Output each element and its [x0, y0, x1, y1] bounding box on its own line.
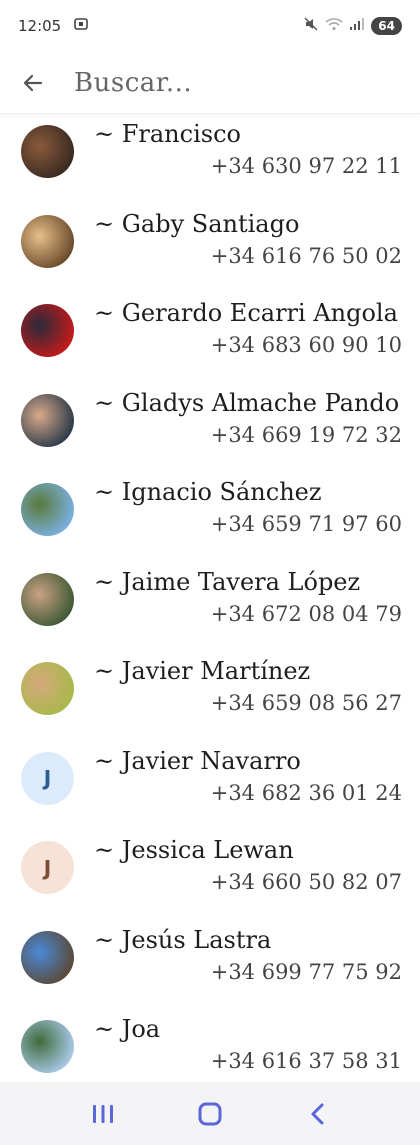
contact-phone: +34 699 77 75 92	[210, 959, 402, 984]
contact-phone: +34 669 19 72 32	[210, 422, 402, 447]
contact-name: ~ Javier Martínez	[94, 657, 311, 685]
arrow-left-icon	[23, 74, 43, 91]
contact-name: ~ Joa	[94, 1015, 161, 1043]
recents-icon	[93, 1104, 114, 1123]
contact-row[interactable]: ~ Francisco +34 630 97 22 11	[0, 114, 420, 204]
home-button[interactable]	[190, 1094, 230, 1134]
contact-phone: +34 683 60 90 10	[210, 333, 402, 357]
contact-row[interactable]: ~ Jaime Tavera López +34 672 08 04 79	[0, 562, 420, 652]
contact-phone: +34 659 08 56 27	[210, 691, 402, 715]
contact-name: ~ Jessica Lewan	[94, 836, 294, 864]
contact-avatar-photo	[21, 1020, 74, 1073]
battery-indicator: 64	[371, 17, 402, 35]
contact-phone: +34 672 08 04 79	[210, 601, 402, 626]
contact-avatar-photo	[21, 930, 74, 984]
contact-name: ~ Jaime Tavera López	[94, 567, 361, 596]
contact-row[interactable]: ~ Jesús Lastra +34 699 77 75 92	[0, 920, 420, 1010]
contact-phone: +34 660 50 82 07	[210, 870, 402, 894]
contact-row[interactable]: ~ Ignacio Sánchez +34 659 71 97 60	[0, 472, 420, 562]
contact-phone: +34 659 71 97 60	[210, 512, 402, 536]
avatar-letter: J	[43, 766, 52, 790]
contact-row[interactable]: ~ Javier Martínez +34 659 08 56 27	[0, 651, 420, 741]
contact-row[interactable]: J ~ Javier Navarro +34 682 36 01 24	[0, 741, 420, 831]
contact-avatar-photo	[21, 304, 74, 357]
contact-phone: +34 630 97 22 11	[210, 154, 402, 178]
contact-avatar-photo	[21, 125, 74, 178]
contact-name: ~ Francisco	[94, 120, 241, 148]
status-left: 12:05	[18, 16, 89, 36]
status-right: 64	[303, 16, 402, 36]
contact-row[interactable]: ~ Joa +34 616 37 58 31	[0, 1009, 420, 1082]
status-time: 12:05	[18, 17, 62, 35]
contact-name: ~ Gaby Santiago	[94, 209, 300, 238]
back-icon	[311, 1103, 324, 1124]
wifi-icon	[325, 17, 343, 35]
contact-name: ~ Javier Navarro	[94, 746, 301, 775]
contact-name: ~ Gladys Almache Pando	[94, 388, 400, 417]
signal-icon	[349, 17, 365, 35]
contact-phone: +34 616 37 58 31	[210, 1049, 402, 1073]
contact-name: ~ Gerardo Ecarri Angola	[94, 299, 398, 327]
recents-button[interactable]	[83, 1094, 123, 1134]
search-bar: Buscar...	[0, 52, 420, 114]
contact-avatar-photo	[21, 483, 74, 536]
navigation-bar	[0, 1082, 420, 1145]
contact-avatar-letter: J	[21, 841, 74, 894]
status-bar: 12:05 64	[0, 0, 420, 52]
contact-row[interactable]: ~ Gerardo Ecarri Angola +34 683 60 90 10	[0, 293, 420, 383]
avatar-letter: J	[43, 855, 52, 880]
contact-row[interactable]: ~ Gaby Santiago +34 616 76 50 02	[0, 204, 420, 294]
contact-name: ~ Ignacio Sánchez	[94, 478, 322, 506]
contact-name: ~ Jesús Lastra	[94, 925, 272, 954]
contact-avatar-photo	[21, 572, 74, 626]
screenshot-icon	[73, 16, 89, 36]
back-button[interactable]	[297, 1094, 337, 1134]
contact-avatar-photo	[21, 393, 74, 447]
contact-avatar-photo	[21, 662, 74, 715]
home-icon	[198, 1102, 222, 1125]
contact-avatar-photo	[21, 214, 74, 268]
contact-phone: +34 616 76 50 02	[210, 243, 402, 268]
search-input[interactable]: Buscar...	[74, 68, 192, 98]
contact-avatar-letter: J	[21, 751, 74, 805]
contact-phone: +34 682 36 01 24	[210, 780, 402, 805]
back-arrow-button[interactable]	[18, 68, 48, 98]
contact-list: ~ Francisco +34 630 97 22 11 ~ Gaby Santia…	[0, 114, 420, 1082]
mute-icon	[303, 16, 319, 36]
contact-row[interactable]: ~ Gladys Almache Pando +34 669 19 72 32	[0, 383, 420, 473]
contact-row[interactable]: J ~ Jessica Lewan +34 660 50 82 07	[0, 830, 420, 920]
